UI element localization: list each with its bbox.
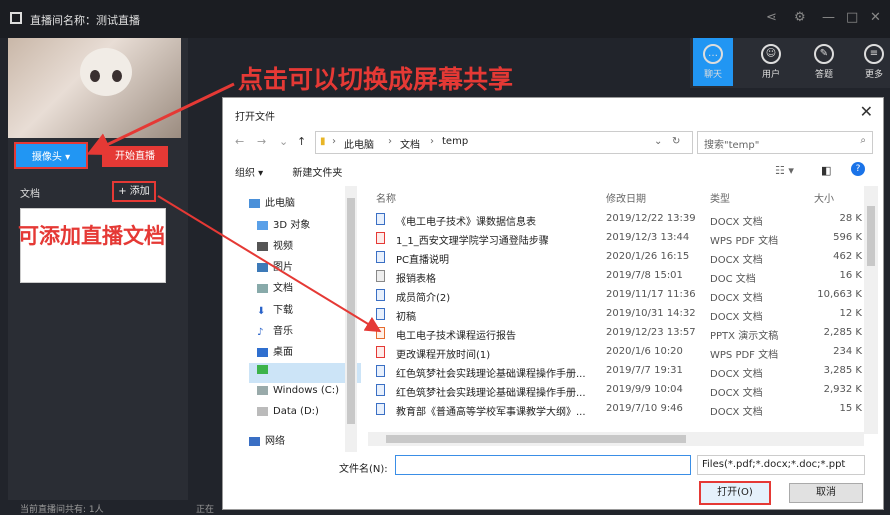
annotation-arrows [86,82,382,333]
arrow-to-file [157,195,382,333]
arrow-to-camera [86,82,235,156]
